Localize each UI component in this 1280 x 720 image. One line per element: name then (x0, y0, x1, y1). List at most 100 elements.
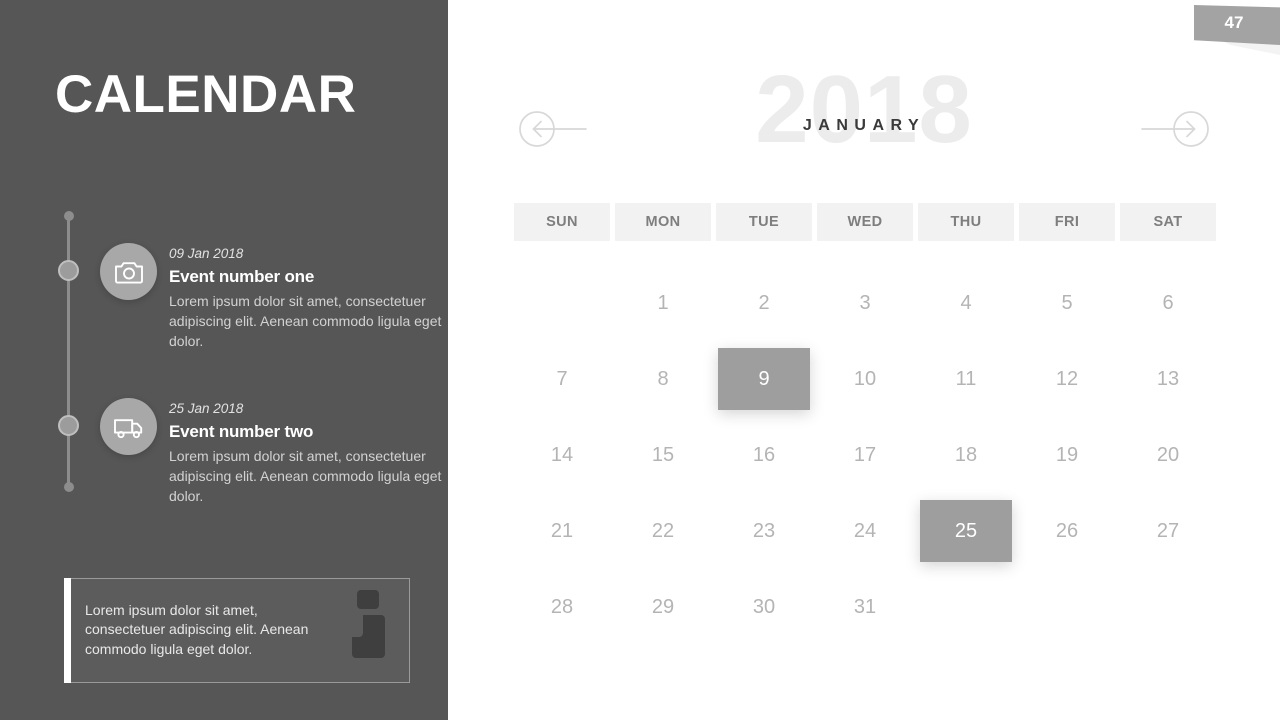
calendar-day-5[interactable]: 5 (1019, 265, 1115, 341)
information-icon-dot (357, 590, 379, 609)
calendar-day-empty (514, 265, 610, 341)
info-box-text: Lorem ipsum dolor sit amet, consectetuer… (85, 602, 309, 657)
camera-icon (100, 243, 157, 300)
calendar-day-13[interactable]: 13 (1120, 341, 1216, 417)
weekday-header-thu: THU (918, 203, 1014, 241)
calendar-day-number: 10 (853, 367, 877, 390)
calendar-day-20[interactable]: 20 (1120, 417, 1216, 493)
calendar-day-30[interactable]: 30 (716, 569, 812, 645)
calendar-day-28[interactable]: 28 (514, 569, 610, 645)
calendar-day-number: 19 (1055, 443, 1079, 466)
event-one-title: Event number one (169, 266, 315, 286)
calendar-week-row: 28 29 30 31 (514, 569, 1222, 645)
calendar-week-row: 7 8 9 10 11 12 13 (514, 341, 1222, 417)
calendar-day-number: 7 (556, 367, 568, 390)
calendar-day-19[interactable]: 19 (1019, 417, 1115, 493)
weekday-header-tue: TUE (716, 203, 812, 241)
calendar-day-number: 25 (954, 519, 978, 542)
calendar-day-number: 28 (550, 595, 574, 618)
timeline-endcap-bottom (63, 482, 74, 492)
calendar-header: 2018 JANUARY (448, 0, 1280, 190)
information-icon (348, 590, 393, 658)
calendar-week-row: 1 2 3 4 5 6 (514, 265, 1222, 341)
calendar-day-number: 18 (954, 443, 978, 466)
calendar-day-25[interactable]: 25 (918, 493, 1014, 569)
calendar-day-number: 12 (1055, 367, 1079, 390)
calendar-day-number: 29 (651, 595, 675, 618)
calendar-day-empty (1120, 569, 1216, 645)
calendar-day-number: 11 (955, 367, 977, 390)
calendar-day-15[interactable]: 15 (615, 417, 711, 493)
calendar-day-number: 9 (758, 367, 770, 390)
calendar-day-17[interactable]: 17 (817, 417, 913, 493)
calendar-day-9[interactable]: 9 (716, 341, 812, 417)
calendar-day-number: 6 (1162, 291, 1174, 314)
calendar-day-number: 24 (853, 519, 877, 542)
calendar-day-7[interactable]: 7 (514, 341, 610, 417)
calendar-day-number: 15 (651, 443, 675, 466)
calendar-day-number: 1 (657, 291, 669, 314)
calendar-day-18[interactable]: 18 (918, 417, 1014, 493)
calendar-day-number: 3 (859, 291, 871, 314)
event-one-body: 09 Jan 2018 Event number one Lorem ipsum… (169, 245, 469, 351)
calendar-day-number: 23 (752, 519, 776, 542)
delivery-truck-icon (100, 398, 157, 455)
calendar-day-number: 30 (752, 595, 776, 618)
calendar-day-23[interactable]: 23 (716, 493, 812, 569)
weekday-header-mon: MON (615, 203, 711, 241)
timeline-node-event-two (58, 415, 79, 436)
calendar-day-16[interactable]: 16 (716, 417, 812, 493)
previous-month-arrow-icon[interactable] (518, 110, 588, 148)
next-month-arrow-icon[interactable] (1140, 110, 1210, 148)
calendar-day-29[interactable]: 29 (615, 569, 711, 645)
event-two-body: 25 Jan 2018 Event number two Lorem ipsum… (169, 400, 469, 506)
event-one-date: 09 Jan 2018 (169, 246, 244, 261)
calendar-day-number: 2 (758, 291, 770, 314)
calendar-day-4[interactable]: 4 (918, 265, 1014, 341)
calendar-day-8[interactable]: 8 (615, 341, 711, 417)
event-two-description: Lorem ipsum dolor sit amet, consectetuer… (169, 447, 442, 504)
timeline-endcap-top (63, 211, 74, 221)
calendar-day-number: 13 (1156, 367, 1180, 390)
calendar-day-number: 5 (1061, 291, 1073, 314)
weekday-header-fri: FRI (1019, 203, 1115, 241)
event-two-title: Event number two (169, 421, 314, 441)
timeline-event-one[interactable]: 09 Jan 2018 Event number one Lorem ipsum… (100, 243, 469, 351)
calendar-day-1[interactable]: 1 (615, 265, 711, 341)
calendar-day-12[interactable]: 12 (1019, 341, 1115, 417)
calendar-day-14[interactable]: 14 (514, 417, 610, 493)
calendar-day-21[interactable]: 21 (514, 493, 610, 569)
page-title: CALENDAR (55, 65, 357, 124)
calendar-day-2[interactable]: 2 (716, 265, 812, 341)
sidebar-panel: CALENDAR 09 Jan 2018 Event number one Lo… (0, 0, 448, 720)
calendar-weeks: 1 2 3 4 5 6 7 8 9 10 11 12 13 14 15 16 17 18 19 20 21 22 23 24 2… (514, 265, 1222, 645)
weekday-header-wed: WED (817, 203, 913, 241)
calendar-day-number: 16 (752, 443, 776, 466)
calendar-day-3[interactable]: 3 (817, 265, 913, 341)
event-two-date: 25 Jan 2018 (169, 401, 244, 416)
weekday-header-sat: SAT (1120, 203, 1216, 241)
weekday-header-sun: SUN (514, 203, 610, 241)
calendar-day-number: 22 (651, 519, 675, 542)
calendar-day-number: 26 (1055, 519, 1079, 542)
info-box-accent-bar (64, 578, 71, 683)
calendar-day-empty (1019, 569, 1115, 645)
calendar-week-row: 21 22 23 24 25 26 27 (514, 493, 1222, 569)
calendar-day-number: 14 (550, 443, 574, 466)
information-icon-stem (352, 615, 385, 658)
calendar-day-number: 21 (550, 519, 574, 542)
calendar-grid: SUN MON TUE WED THU FRI SAT 1 2 3 4 5 6 7 8 9 10 11 12 13 1… (514, 203, 1222, 645)
calendar-day-26[interactable]: 26 (1019, 493, 1115, 569)
calendar-day-6[interactable]: 6 (1120, 265, 1216, 341)
calendar-day-empty (918, 569, 1014, 645)
calendar-day-number: 8 (657, 367, 669, 390)
calendar-day-31[interactable]: 31 (817, 569, 913, 645)
timeline-node-event-one (58, 260, 79, 281)
calendar-day-27[interactable]: 27 (1120, 493, 1216, 569)
calendar-day-24[interactable]: 24 (817, 493, 913, 569)
timeline-event-two[interactable]: 25 Jan 2018 Event number two Lorem ipsum… (100, 398, 469, 506)
calendar-day-22[interactable]: 22 (615, 493, 711, 569)
timeline-track (67, 213, 70, 491)
calendar-day-11[interactable]: 11 (918, 341, 1014, 417)
calendar-day-10[interactable]: 10 (817, 341, 913, 417)
